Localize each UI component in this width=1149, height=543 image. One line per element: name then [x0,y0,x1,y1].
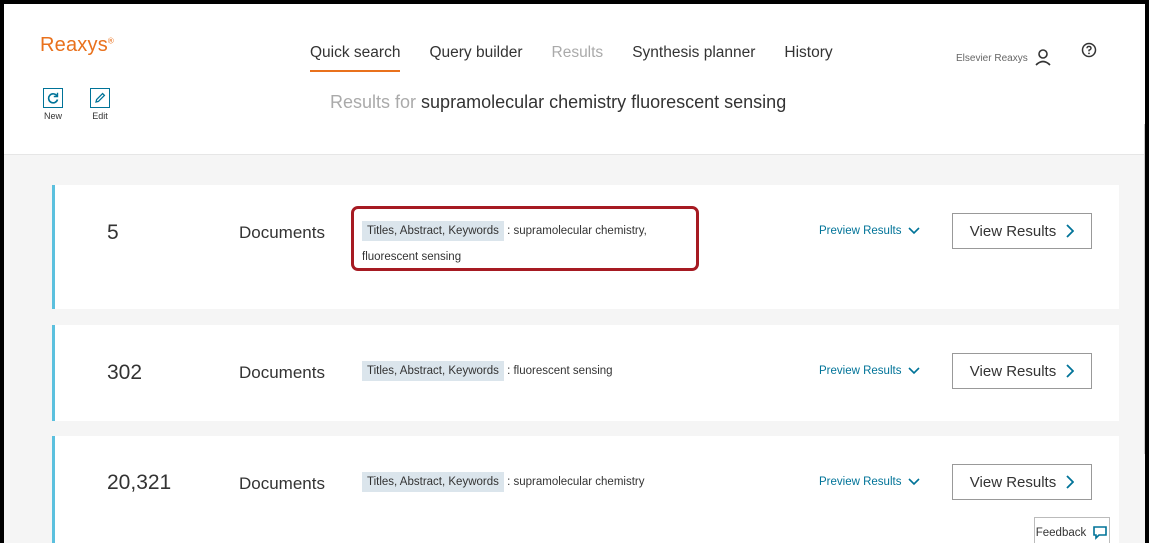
chevron-right-icon [1066,224,1075,238]
results-title: Results for supramolecular chemistry flu… [330,92,786,113]
results-prefix: Results for [330,92,417,112]
edit-box [90,88,110,108]
highlight-box [351,206,699,271]
preview-label: Preview Results [819,476,902,488]
nav-query-builder[interactable]: Query builder [429,44,522,72]
edit-button[interactable]: Edit [90,88,110,121]
nav-history[interactable]: History [784,44,832,72]
preview-results-link[interactable]: Preview Results [819,365,921,377]
user-icon [1035,49,1051,66]
nav-synthesis-planner[interactable]: Synthesis planner [632,44,755,72]
field-terms: : supramolecular chemistry [507,476,645,488]
app-window: Reaxys® Quick search Query builder Resul… [0,0,1149,543]
refresh-icon [47,92,59,104]
field-tag: Titles, Abstract, Keywords [362,472,504,492]
scrollbar[interactable] [1144,124,1145,454]
user-name: Elsevier Reaxys [956,52,1028,64]
result-card: 302 Documents Titles, Abstract, Keywords… [52,325,1119,421]
result-type: Documents [239,363,325,382]
chevron-down-icon [908,227,921,235]
pencil-icon [95,92,106,103]
result-count: 302 [107,361,143,384]
help-icon[interactable] [1081,42,1097,58]
result-card: 20,321 Documents Titles, Abstract, Keywo… [52,436,1119,543]
new-label: New [43,111,62,121]
chevron-down-icon [908,478,921,486]
preview-label: Preview Results [819,365,902,377]
results-query: supramolecular chemistry fluorescent sen… [421,92,787,112]
logo-mark: ® [107,36,114,46]
chevron-right-icon [1066,475,1075,489]
view-results-button[interactable]: View Results [952,353,1092,389]
chevron-right-icon [1066,364,1075,378]
result-count: 20,321 [107,471,172,494]
logo-text: Reaxys [40,34,108,56]
nav-results[interactable]: Results [552,44,604,72]
reaxys-logo[interactable]: Reaxys® [40,34,114,57]
new-button[interactable]: New [43,88,63,121]
preview-results-link[interactable]: Preview Results [819,225,921,237]
user-menu[interactable]: Elsevier Reaxys [956,49,1052,67]
feedback-button[interactable]: Feedback [1034,517,1110,543]
result-type: Documents [239,223,325,242]
result-count: 5 [107,221,119,244]
result-type: Documents [239,474,325,493]
new-box [43,88,63,108]
field-tag: Titles, Abstract, Keywords [362,361,504,381]
view-label: View Results [969,362,1057,380]
main-nav: Quick search Query builder Results Synth… [310,44,862,72]
result-fields: Titles, Abstract, Keywords : supramolecu… [362,469,702,495]
header: Reaxys® Quick search Query builder Resul… [4,4,1145,84]
view-results-button[interactable]: View Results [952,213,1092,249]
view-label: View Results [969,473,1057,491]
feedback-label: Feedback [1035,526,1087,539]
view-label: View Results [969,222,1057,240]
chat-icon [1093,526,1108,540]
edit-label: Edit [92,111,108,121]
nav-quick-search[interactable]: Quick search [310,44,401,72]
preview-results-link[interactable]: Preview Results [819,476,921,488]
preview-label: Preview Results [819,225,902,237]
result-fields: Titles, Abstract, Keywords : fluorescent… [362,358,702,384]
chevron-down-icon [908,367,921,375]
field-terms: : fluorescent sensing [507,365,613,377]
toolbar: New Edit Results for supramolecular chem… [4,88,1145,155]
view-results-button[interactable]: View Results [952,464,1092,500]
